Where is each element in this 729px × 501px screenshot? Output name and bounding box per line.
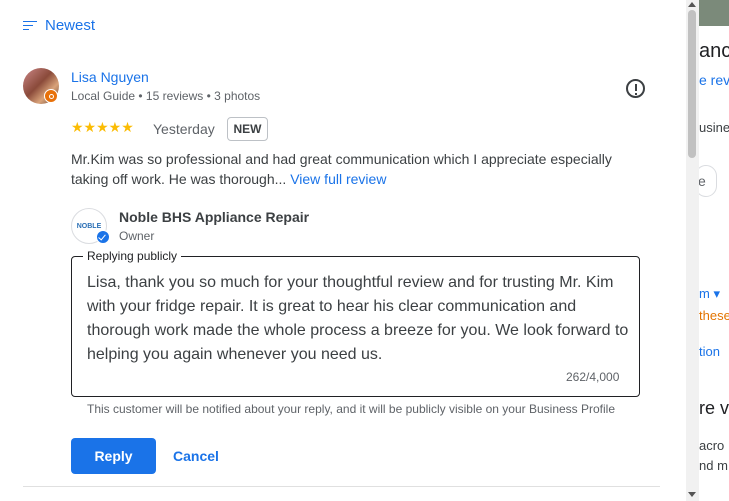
sort-label: Newest [45,17,96,34]
report-review-icon[interactable] [626,79,645,98]
background-text-fragment-2: acro [699,438,725,453]
review-text: Mr.Kim was so professional and had great… [71,149,651,189]
view-full-review-link[interactable]: View full review [290,171,386,187]
local-guide-badge-icon [44,89,58,103]
sort-button[interactable]: Newest [23,17,95,34]
character-count: 262/4,000 [566,370,620,384]
reply-notice: This customer will be notified about you… [87,402,616,416]
business-logo-text: NOBLE [76,222,102,230]
background-text-fragment: usine [699,120,729,135]
background-link-fragment: e rev [699,72,729,88]
verified-check-icon [96,230,110,244]
background-warning-fragment: these [699,308,729,323]
sort-icon [23,20,37,31]
reply-button[interactable]: Reply [71,438,156,474]
background-text-fragment-3: nd m [699,458,728,473]
cancel-button[interactable]: Cancel [173,438,219,474]
scroll-thumb[interactable] [688,10,696,158]
background-dropdown-fragment: m ▾ [699,286,720,301]
divider [23,486,660,487]
reply-text[interactable]: Lisa, thank you so much for your thought… [87,271,632,367]
scrollbar[interactable] [686,0,699,501]
business-name: Noble BHS Appliance Repair [119,209,310,225]
scroll-down-icon[interactable] [688,492,696,497]
business-role: Owner [119,229,155,243]
background-page: anc e rev usine e m ▾ these tion re v ac… [699,0,729,501]
reviewer-meta: Local Guide • 15 reviews • 3 photos [71,89,261,103]
background-link-fragment-2: tion [699,344,720,359]
reviewer-name[interactable]: Lisa Nguyen [71,69,149,85]
background-title-fragment: anc [699,40,729,62]
background-photo [699,0,729,26]
review-reply-panel: Newest Lisa Nguyen Local Guide • 15 revi… [0,0,686,501]
scroll-up-icon[interactable] [688,2,696,7]
reply-field-label: Replying publicly [83,249,182,263]
new-badge: NEW [227,117,268,141]
review-date: Yesterday [153,121,215,137]
background-heading-fragment: re v [699,398,729,418]
background-chip: e [699,165,717,197]
star-rating: ★★★★★ [71,120,134,136]
